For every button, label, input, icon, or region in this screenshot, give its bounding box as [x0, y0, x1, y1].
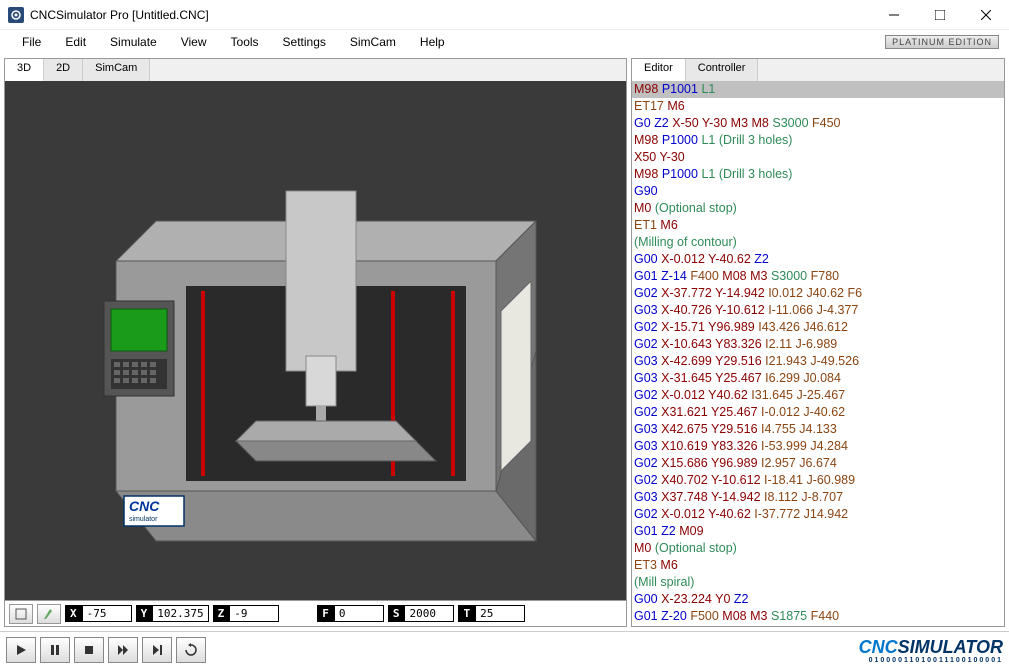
stop-button[interactable] — [74, 637, 104, 663]
step-button[interactable] — [142, 637, 172, 663]
code-line[interactable]: M98 P1000 L1 (Drill 3 holes) — [632, 132, 1004, 149]
viewport-tool-2[interactable] — [37, 604, 61, 624]
title-bar: CNCSimulator Pro [Untitled.CNC] — [0, 0, 1009, 30]
3d-viewport[interactable]: CNC simulator — [5, 81, 626, 600]
menu-edit[interactable]: Edit — [53, 32, 98, 52]
coord-s: S2000 — [388, 605, 455, 622]
code-line[interactable]: (Mill spiral) — [632, 574, 1004, 591]
view-tabs: 3D2DSimCam — [5, 59, 626, 81]
menu-settings[interactable]: Settings — [271, 32, 338, 52]
code-line[interactable]: M0 (Optional stop) — [632, 200, 1004, 217]
code-line[interactable]: G02 X-0.012 Y-40.62 I-37.772 J14.942 — [632, 506, 1004, 523]
code-line[interactable]: G02 X31.621 Y25.467 I-0.012 J-40.62 — [632, 404, 1004, 421]
gcode-editor[interactable]: M98 P1001 L1ET17 M6G0 Z2 X-50 Y-30 M3 M8… — [632, 81, 1004, 626]
code-line[interactable]: (Milling of contour) — [632, 234, 1004, 251]
editor-panel: EditorController M98 P1001 L1ET17 M6G0 Z… — [631, 58, 1005, 627]
code-line[interactable]: G02 X15.686 Y96.989 I2.957 J6.674 — [632, 455, 1004, 472]
coord-y: Y102.375 — [136, 605, 209, 622]
code-line[interactable]: G03 X-42.699 Y29.516 I21.943 J-49.526 — [632, 353, 1004, 370]
code-line[interactable]: G00 X-0.012 Y-40.62 Z2 — [632, 251, 1004, 268]
code-line[interactable]: G01 Z2 M09 — [632, 523, 1004, 540]
coordinate-status-bar: X-75 Y102.375 Z-9 F0 S2000 T25 — [5, 600, 626, 626]
code-line[interactable]: G03 X37.748 Y-14.942 I8.112 J-8.707 — [632, 489, 1004, 506]
window-title: CNCSimulator Pro [Untitled.CNC] — [30, 8, 871, 22]
code-line[interactable]: G03 X-40.726 Y-10.612 I-11.066 J-4.377 — [632, 302, 1004, 319]
code-line[interactable]: G03 X10.619 Y83.326 I-53.999 J4.284 — [632, 438, 1004, 455]
menu-help[interactable]: Help — [408, 32, 457, 52]
simulation-controls: CNCSIMULATOR 01000011010011100100001 — [0, 631, 1009, 668]
code-line[interactable]: G02 X-10.643 Y83.326 I2.11 J-6.989 — [632, 336, 1004, 353]
code-line[interactable]: X50 Y-30 — [632, 149, 1004, 166]
reset-button[interactable] — [176, 637, 206, 663]
viewport-tool-1[interactable] — [9, 604, 33, 624]
menu-tools[interactable]: Tools — [219, 32, 271, 52]
code-line[interactable]: G02 X-37.772 Y-14.942 I0.012 J40.62 F6 — [632, 285, 1004, 302]
editor-tab-editor[interactable]: Editor — [632, 59, 686, 81]
code-line[interactable]: G03 X-31.645 Y25.467 I6.299 J0.084 — [632, 370, 1004, 387]
code-line[interactable]: M98 P1000 L1 (Drill 3 holes) — [632, 166, 1004, 183]
code-line[interactable]: G02 X-0.012 Y40.62 I31.645 J-25.467 — [632, 387, 1004, 404]
code-line[interactable]: ET3 M6 — [632, 557, 1004, 574]
viewport-panel: 3D2DSimCam — [4, 58, 627, 627]
svg-text:CNC: CNC — [129, 498, 160, 514]
view-tab-simcam[interactable]: SimCam — [83, 59, 150, 81]
coord-t: T25 — [458, 605, 525, 622]
menu-simulate[interactable]: Simulate — [98, 32, 169, 52]
coord-f: F0 — [317, 605, 384, 622]
code-line[interactable]: G01 Z-20 F500 M08 M3 S1875 F440 — [632, 608, 1004, 625]
code-line[interactable]: G0 Z2 X-50 Y-30 M3 M8 S3000 F450 — [632, 115, 1004, 132]
menu-simcam[interactable]: SimCam — [338, 32, 408, 52]
menu-file[interactable]: File — [10, 32, 53, 52]
maximize-button[interactable] — [917, 0, 963, 30]
code-line[interactable]: G90 — [632, 183, 1004, 200]
editor-tab-controller[interactable]: Controller — [686, 59, 759, 81]
close-button[interactable] — [963, 0, 1009, 30]
footer-logo: CNCSIMULATOR 01000011010011100100001 — [859, 637, 1003, 664]
minimize-button[interactable] — [871, 0, 917, 30]
view-tab-3d[interactable]: 3D — [5, 59, 44, 81]
play-button[interactable] — [6, 637, 36, 663]
code-line[interactable]: ET17 M6 — [632, 98, 1004, 115]
code-line[interactable]: M98 P1001 L1 — [632, 81, 1004, 98]
code-line[interactable]: G03 X42.675 Y29.516 I4.755 J4.133 — [632, 421, 1004, 438]
view-tab-2d[interactable]: 2D — [44, 59, 83, 81]
code-line[interactable]: G00 X-23.224 Y0 Z2 — [632, 591, 1004, 608]
coord-z: Z-9 — [213, 605, 280, 622]
coord-x: X-75 — [65, 605, 132, 622]
code-line[interactable]: G02 X40.702 Y-10.612 I-18.41 J-60.989 — [632, 472, 1004, 489]
menu-view[interactable]: View — [169, 32, 219, 52]
code-line[interactable]: M0 (Optional stop) — [632, 540, 1004, 557]
editor-tabs: EditorController — [632, 59, 1004, 81]
pause-button[interactable] — [40, 637, 70, 663]
code-line[interactable]: ET1 M6 — [632, 217, 1004, 234]
menu-bar: FileEditSimulateViewToolsSettingsSimCamH… — [0, 30, 1009, 54]
code-line[interactable]: G01 Z-14 F400 M08 M3 S3000 F780 — [632, 268, 1004, 285]
code-line[interactable]: G02 X-15.71 Y96.989 I43.426 J46.612 — [632, 319, 1004, 336]
svg-text:simulator: simulator — [129, 516, 158, 523]
edition-badge: PLATINUM EDITION — [885, 35, 999, 49]
fast-forward-button[interactable] — [108, 637, 138, 663]
cnc-machine-render: CNC simulator — [56, 111, 576, 571]
app-icon — [8, 7, 24, 23]
